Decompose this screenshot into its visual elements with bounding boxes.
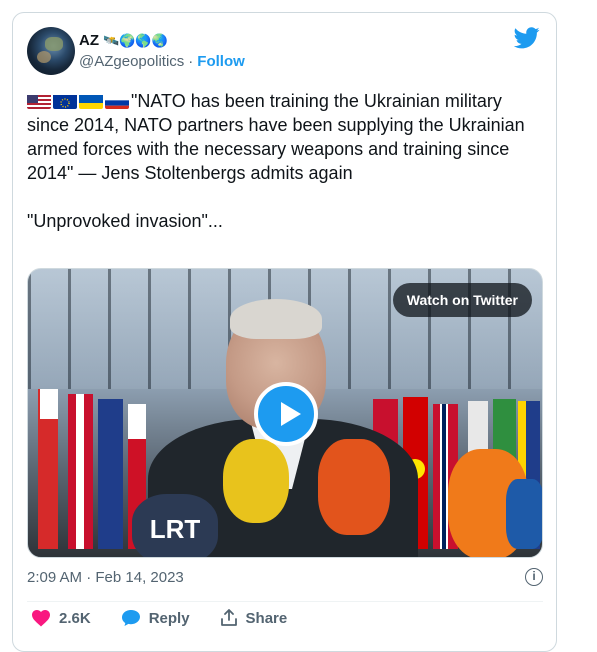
us-flag-icon — [27, 93, 51, 109]
info-icon[interactable]: i — [525, 568, 543, 586]
action-bar: 2.6K Reply Share — [31, 609, 317, 627]
divider — [27, 601, 543, 602]
russia-flag-icon — [105, 93, 129, 109]
tweet-meta-row: 2:09 AM · Feb 14, 2023 i — [27, 568, 543, 586]
tweet-card[interactable]: AZ 🛰️🌍🌎🌏 @AZgeopolitics · Follow "NATO h… — [12, 12, 557, 652]
video-media[interactable]: LRT Watch on Twitter — [27, 268, 543, 558]
display-name[interactable]: AZ — [79, 32, 99, 49]
reply-button[interactable]: Reply — [121, 609, 190, 627]
tweet-second-line: "Unprovoked invasion"... — [27, 211, 223, 231]
name-emoji: 🛰️🌍🌎🌏 — [103, 32, 168, 48]
follow-button[interactable]: Follow — [197, 53, 245, 70]
eu-flag-icon — [53, 93, 77, 109]
tweet-text: "NATO has been training the Ukrainian mi… — [27, 89, 547, 233]
share-label: Share — [245, 609, 288, 627]
tweet-timestamp[interactable]: 2:09 AM · Feb 14, 2023 — [27, 569, 184, 586]
reply-label: Reply — [148, 609, 190, 627]
mic-yellow — [223, 439, 289, 523]
author-name-row: AZ 🛰️🌍🌎🌏 — [79, 32, 168, 49]
separator-dot: · — [188, 53, 194, 70]
like-count: 2.6K — [59, 609, 91, 627]
play-icon[interactable] — [254, 382, 318, 446]
speaker-hair — [230, 299, 322, 339]
like-button[interactable]: 2.6K — [31, 609, 91, 627]
reply-bubble-icon — [121, 610, 140, 626]
watch-on-twitter-button[interactable]: Watch on Twitter — [392, 283, 532, 317]
mic-lrt-label: LRT — [149, 514, 201, 544]
ukraine-flag-icon — [79, 93, 103, 109]
mic-lrt: LRT — [132, 494, 218, 557]
mic-orange-left — [318, 439, 390, 535]
heart-icon — [32, 610, 50, 627]
avatar[interactable] — [27, 27, 75, 75]
twitter-logo-icon[interactable] — [514, 27, 540, 49]
share-button[interactable]: Share — [220, 609, 288, 627]
share-icon — [220, 609, 237, 626]
handle-row: @AZgeopolitics · Follow — [79, 53, 245, 70]
mic-blue — [506, 479, 542, 549]
author-handle[interactable]: @AZgeopolitics — [79, 53, 184, 70]
